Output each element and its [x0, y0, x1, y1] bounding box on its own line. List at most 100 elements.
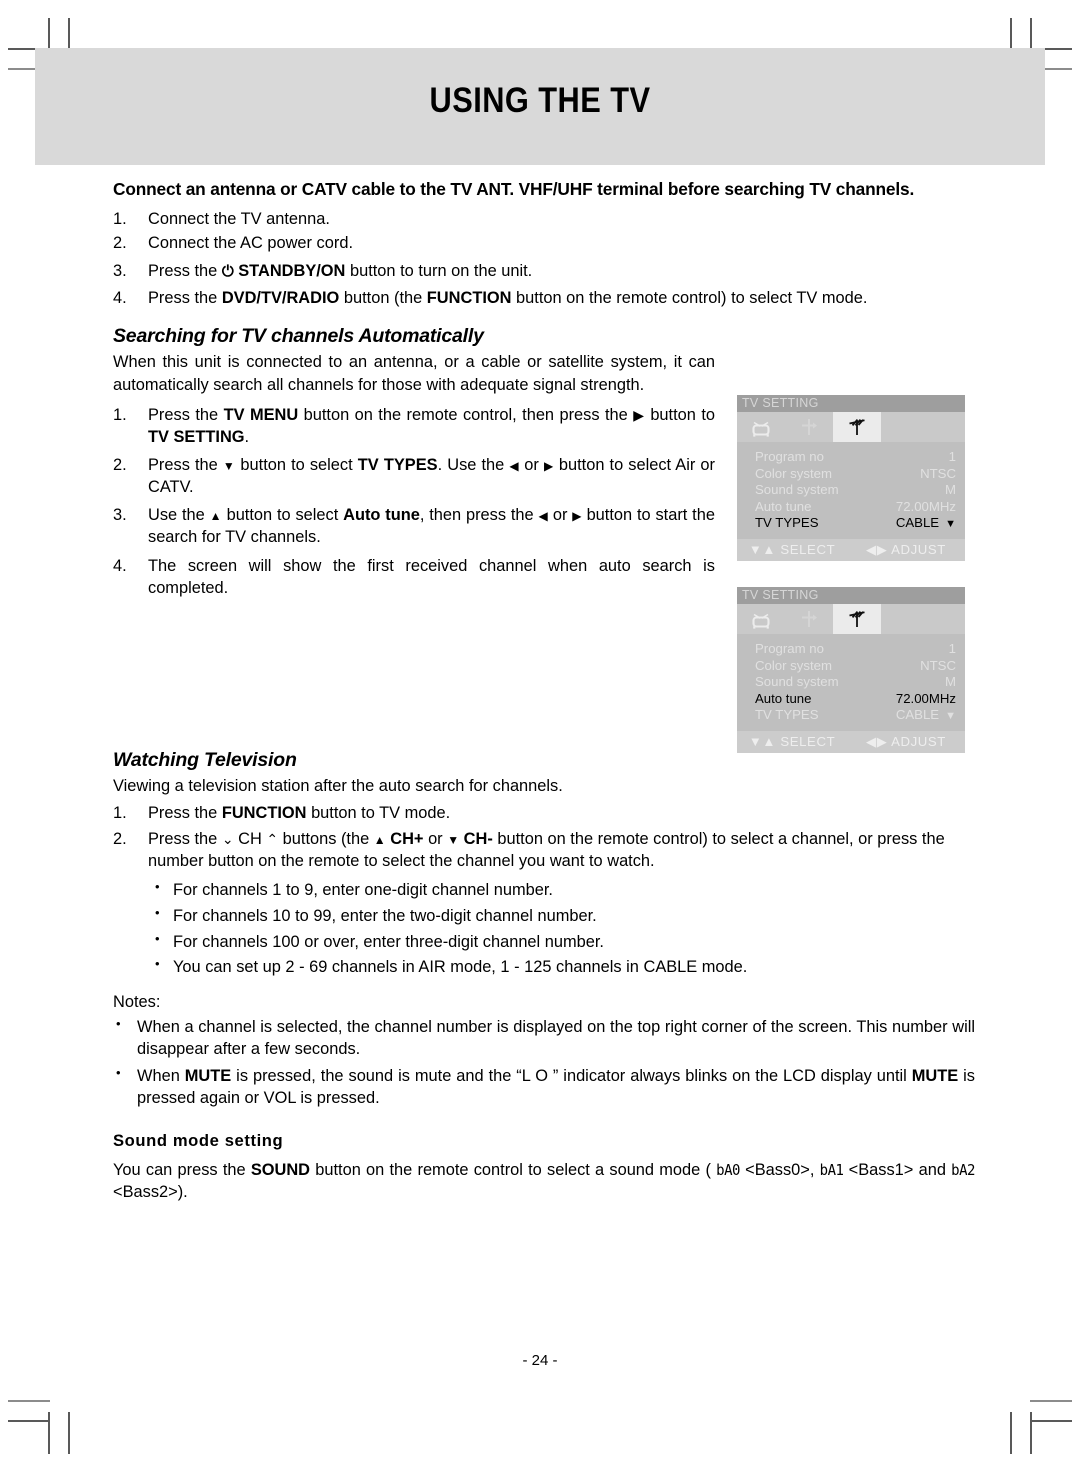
osd-row-value: 72.00MHz — [895, 690, 956, 706]
osd-row-auto-tune-1[interactable]: Auto tune 72.00MHz — [737, 499, 965, 516]
sound-mode-p1: You can press the — [113, 1161, 246, 1180]
searching-heading: Searching for TV channels Automatically — [113, 325, 484, 348]
watching-bullet-3-text: For channels 100 or over, enter three-di… — [173, 932, 604, 951]
osd-row-tv-types-1[interactable]: TV TYPES CABLE ▼ — [737, 515, 965, 533]
down-arrow-icon-2: ▼ — [447, 833, 460, 848]
function-button-label-2: FUNCTION — [221, 803, 307, 822]
searching-step-2-number: 2. — [113, 455, 127, 474]
left-arrow-icon-2: ◀ — [538, 509, 549, 524]
osd-row-label: Color system — [755, 465, 832, 481]
searching-step-3-p4: or — [552, 506, 568, 525]
searching-step-4-text: The screen will show the first received … — [148, 556, 715, 597]
osd-row-value: M — [945, 482, 956, 497]
osd-row-auto-tune-2[interactable]: Auto tune 72.00MHz — [737, 691, 965, 708]
intro-step-4-number: 4. — [113, 289, 127, 308]
tv-setting-osd-panel-2: TV SETTING Program no 1 Color system NTS… — [737, 587, 965, 753]
sound-mode-t1: <Bass0>, — [745, 1161, 815, 1180]
searching-step-2-p3: . Use the — [437, 455, 505, 474]
osd-row-sound-system-1[interactable]: Sound system M — [737, 482, 965, 499]
osd-row-tv-types-2[interactable]: TV TYPES CABLE ▼ — [737, 707, 965, 725]
antenna-icon[interactable] — [833, 412, 881, 442]
osd-row-value: NTSC — [920, 657, 956, 673]
standby-power-icon: ⏻ — [221, 262, 234, 281]
watching-bullet-2-text: For channels 10 to 99, enter the two-dig… — [173, 907, 597, 925]
osd-row-value-text: CABLE — [895, 707, 940, 722]
sound-mode-p2: button on the remote control to select a… — [315, 1161, 711, 1180]
osd-row-color-system-2[interactable]: Color system NTSC — [737, 658, 965, 675]
tv-setting-osd-panel-1: TV SETTING Program no 1 Color system NTS… — [737, 395, 965, 561]
osd-row-sound-system-2[interactable]: Sound system M — [737, 674, 965, 691]
sound-mode-t2: <Bass1> and — [848, 1161, 946, 1180]
standby-on-button-label: STANDBY/ON — [238, 262, 346, 281]
intro-step-3-text: Press the ⏻ STANDBY/ON button to turn on… — [148, 262, 532, 280]
mute-button-label: MUTE — [184, 1066, 232, 1085]
osd-row-value: CABLE ▼ — [896, 707, 956, 725]
watching-bullet-1-text: For channels 1 to 9, enter one-digit cha… — [173, 881, 553, 900]
tv-icon[interactable] — [737, 604, 785, 634]
osd-row-program-no-2[interactable]: Program no 1 — [737, 641, 965, 658]
osd-row-label: Program no — [755, 641, 824, 656]
antenna-icon[interactable] — [833, 604, 881, 634]
watching-step-1: 1. Press the FUNCTION button to TV mode. — [113, 802, 975, 824]
osd-rows-1: Program no 1 Color system NTSC Sound sys… — [737, 442, 965, 541]
watching-step-2-text: Press the ⌄ CH ⌃ buttons (the ▲ CH+ or ▼… — [148, 830, 945, 870]
left-arrow-icon: ◀ — [509, 458, 520, 473]
osd-row-label: Sound system — [755, 482, 839, 497]
right-arrow-icon-3: ▶ — [572, 509, 582, 524]
searching-step-3-p3: , then press the — [419, 506, 534, 525]
intro-step-3-pre: Press the — [148, 262, 218, 281]
osd-adjust-hint-2: ◀▶ ADJUST — [847, 731, 965, 753]
watching-step-1-text: Press the FUNCTION button to TV mode. — [148, 804, 450, 822]
intro-step-2: 2. Connect the AC power cord. — [113, 232, 975, 254]
searching-step-1: 1. Press the TV MENU button on the remot… — [113, 404, 715, 448]
searching-step-1-p4: . — [244, 427, 250, 446]
chevron-down-icon: ▼ — [945, 518, 956, 530]
notes-list: • When a channel is selected, the channe… — [113, 1016, 975, 1109]
page-header-band: USING THE TV — [35, 48, 1045, 165]
osd-row-label: TV TYPES — [755, 707, 819, 722]
watching-step-2-p4: or — [428, 830, 443, 849]
crop-mark-br-h1 — [1030, 1420, 1072, 1422]
searching-step-list: 1. Press the TV MENU button on the remot… — [113, 404, 715, 599]
watching-bullet-3: • For channels 100 or over, enter three-… — [147, 931, 975, 954]
osd-row-value: 1 — [948, 641, 956, 656]
intro-step-4-text: Press the DVD/TV/RADIO button (the FUNCT… — [148, 289, 867, 307]
searching-step-4: 4. The screen will show the first receiv… — [113, 555, 715, 599]
watching-step-2: 2. Press the ⌄ CH ⌃ buttons (the ▲ CH+ o… — [113, 828, 975, 872]
sound-mode-text: You can press the SOUND button on the re… — [113, 1159, 975, 1203]
osd-row-program-no-1[interactable]: Program no 1 — [737, 449, 965, 466]
adjust-arrows-icon: ◀▶ — [866, 734, 888, 749]
note-2-text: When MUTE is pressed, the sound is mute … — [137, 1067, 975, 1107]
intro-step-3-post: button to turn on the unit. — [349, 262, 533, 281]
osd-row-label: Color system — [755, 657, 832, 673]
sound-button-label: SOUND — [250, 1161, 311, 1180]
tuning-cross-icon[interactable] — [785, 604, 833, 634]
lcd-glyph-bass0: bA0 — [716, 1162, 740, 1180]
searching-step-1-p1: Press the — [148, 405, 219, 424]
osd-select-hint-1: ▼▲ SELECT — [737, 539, 847, 561]
intro-step-2-text: Connect the AC power cord. — [148, 233, 353, 252]
osd-row-color-system-1[interactable]: Color system NTSC — [737, 466, 965, 483]
searching-step-1-p3: button to — [650, 405, 715, 424]
tv-icon[interactable] — [737, 412, 785, 442]
up-arrow-icon: ▲ — [209, 509, 222, 524]
notes-heading: Notes: — [113, 992, 161, 1011]
searching-step-3: 3. Use the ▲ button to select Auto tune,… — [113, 504, 715, 548]
page-title: USING THE TV — [429, 81, 651, 120]
searching-step-3-p1: Use the — [148, 506, 205, 525]
searching-step-1-p2: button on the remote control, then press… — [303, 405, 628, 424]
osd-row-value: NTSC — [920, 465, 956, 481]
osd-row-value: CABLE ▼ — [896, 515, 956, 533]
note-1: • When a channel is selected, the channe… — [113, 1016, 975, 1061]
searching-step-2-text: Press the ▼ button to select TV TYPES. U… — [148, 456, 715, 496]
intro-step-4-pre: Press the — [148, 289, 218, 308]
searching-step-3-text: Use the ▲ button to select Auto tune, th… — [148, 506, 715, 546]
ch-minus-button-label: CH- — [463, 830, 493, 849]
crop-mark-bl-h1 — [8, 1420, 50, 1422]
tuning-cross-icon[interactable] — [785, 412, 833, 442]
osd-title-2: TV SETTING — [737, 587, 965, 604]
osd-row-value: 72.00MHz — [895, 498, 956, 514]
osd-row-label: Sound system — [755, 674, 839, 689]
watching-step-2-number: 2. — [113, 830, 127, 849]
tv-types-label: TV TYPES — [357, 455, 438, 474]
